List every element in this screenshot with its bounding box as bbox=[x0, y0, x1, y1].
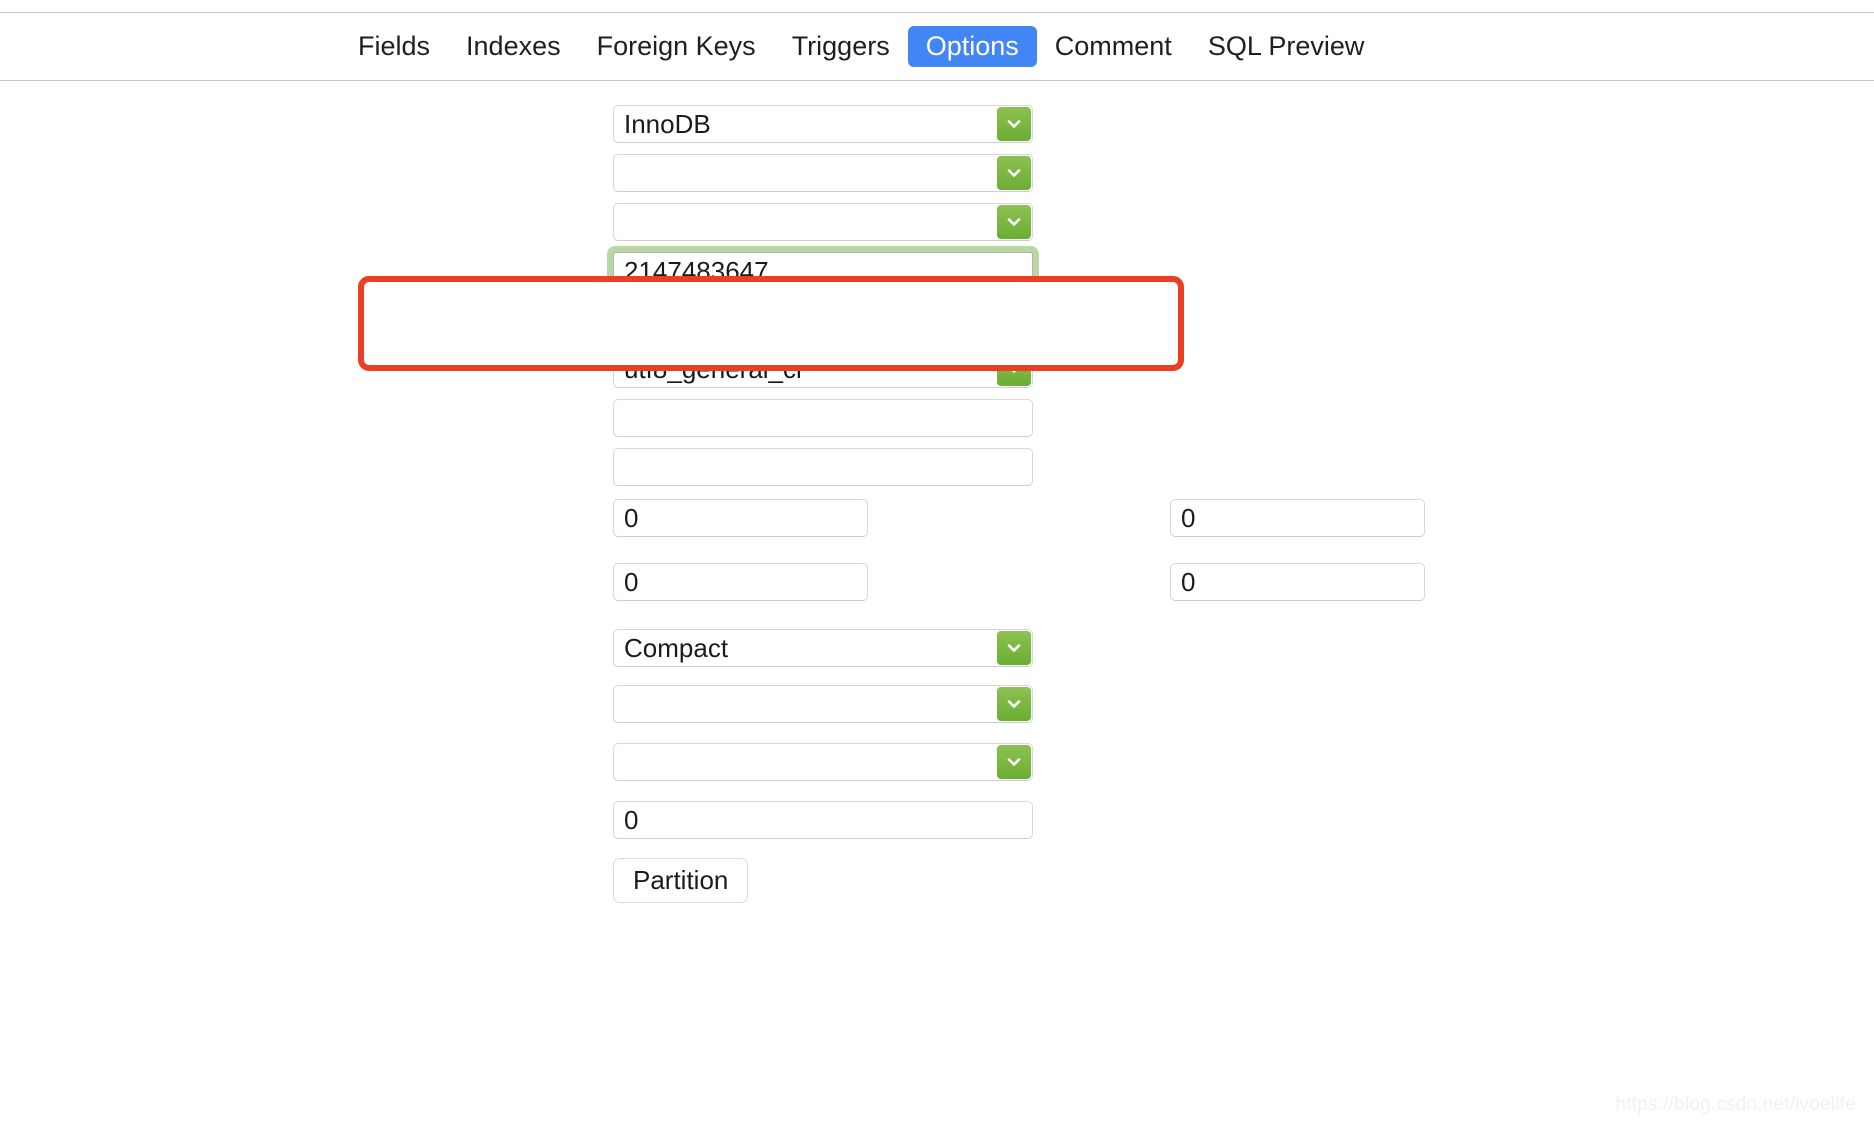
chevron-down-icon[interactable] bbox=[996, 302, 1032, 338]
tab-options[interactable]: Options bbox=[907, 26, 1037, 67]
input-data-directory[interactable] bbox=[613, 399, 1033, 437]
input-average-row-length[interactable]: 0 bbox=[1170, 499, 1425, 537]
partition-button[interactable]: Partition bbox=[613, 858, 749, 903]
tab-triggers[interactable]: Triggers bbox=[774, 26, 908, 67]
input-stats-persistent[interactable] bbox=[613, 743, 1033, 781]
input-min-rows[interactable]: 0 bbox=[613, 563, 868, 601]
chevron-down-icon[interactable] bbox=[996, 155, 1032, 191]
tab-indexes[interactable]: Indexes bbox=[448, 26, 579, 67]
tab-foreign-keys[interactable]: Foreign Keys bbox=[579, 26, 774, 67]
tab-fields[interactable]: Fields bbox=[340, 26, 448, 67]
chevron-down-icon[interactable] bbox=[996, 351, 1032, 387]
chevron-down-icon[interactable] bbox=[996, 204, 1032, 240]
input-stats-sample-pages[interactable]: 0 bbox=[613, 801, 1033, 839]
input-stats-auto-recalc[interactable] bbox=[613, 685, 1033, 723]
input-default-character-set[interactable]: utf8 bbox=[613, 301, 1033, 339]
input-default-collation[interactable]: utf8_general_ci bbox=[613, 350, 1033, 388]
watermark: https://blog.csdn.net/lvoelife bbox=[1615, 1094, 1856, 1115]
input-engine[interactable]: InnoDB bbox=[613, 105, 1033, 143]
input-row-format[interactable]: Compact bbox=[613, 629, 1033, 667]
tab-bar: Fields Indexes Foreign Keys Triggers Options… bbox=[0, 12, 1874, 81]
input-tablespace[interactable] bbox=[613, 154, 1033, 192]
chevron-down-icon[interactable] bbox=[996, 106, 1032, 142]
chevron-down-icon[interactable] bbox=[996, 744, 1032, 780]
input-max-rows[interactable]: 0 bbox=[613, 499, 868, 537]
input-key-block-size[interactable]: 0 bbox=[1170, 563, 1425, 601]
chevron-down-icon[interactable] bbox=[996, 630, 1032, 666]
input-index-directory[interactable] bbox=[613, 448, 1033, 486]
tab-sql-preview[interactable]: SQL Preview bbox=[1190, 26, 1383, 67]
input-auto-increment[interactable]: 2147483647 bbox=[613, 252, 1033, 290]
input-storage[interactable] bbox=[613, 203, 1033, 241]
tab-comment[interactable]: Comment bbox=[1037, 26, 1190, 67]
chevron-down-icon[interactable] bbox=[996, 686, 1032, 722]
